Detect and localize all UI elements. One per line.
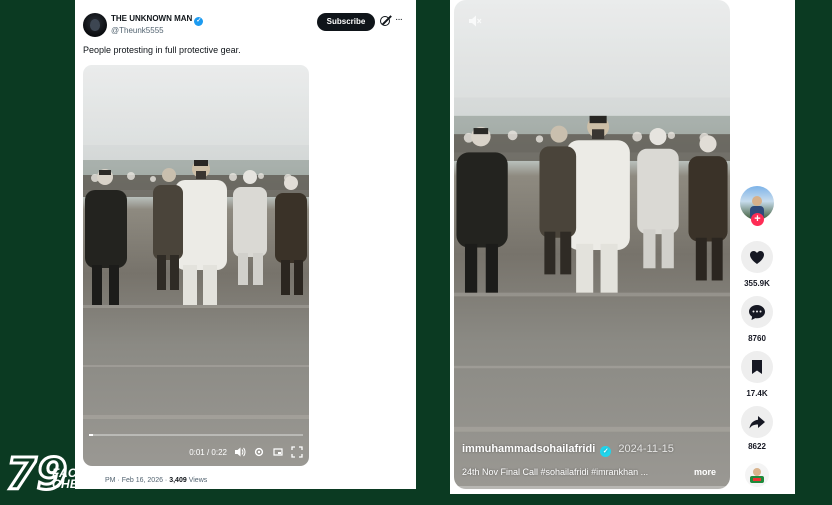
share-button[interactable] — [741, 406, 773, 438]
tiktok-caption[interactable]: 24th Nov Final Call #sohailafridi #imran… — [462, 467, 648, 477]
caption-more-link[interactable]: more — [694, 467, 716, 477]
comment-button[interactable] — [741, 296, 773, 328]
video-frame — [83, 65, 309, 466]
grok-icon[interactable] — [380, 16, 390, 26]
author-handle[interactable]: @Theunk5555 — [111, 26, 164, 35]
save-button[interactable] — [741, 351, 773, 383]
follow-button[interactable]: + — [751, 213, 764, 226]
like-button[interactable] — [741, 241, 773, 273]
video-time: 0:01 / 0:22 — [189, 447, 227, 457]
video-controls: 0:01 / 0:22 — [83, 438, 309, 466]
heart-icon — [750, 251, 764, 264]
pip-icon[interactable] — [272, 446, 284, 458]
tweet-meta: PM · Feb 16, 2026 · 3,409 Views — [105, 477, 207, 484]
likes-count: 355.9K — [744, 279, 770, 288]
tiktok-author-row: immuhammadsohailafridi ✓ 2024-11-15 — [462, 443, 674, 457]
views-count: 3,409 — [169, 477, 187, 484]
subscribe-button[interactable]: Subscribe — [317, 13, 375, 31]
views-label: Views — [188, 477, 208, 484]
verified-badge-icon: ✓ — [600, 446, 612, 457]
bookmark-icon — [752, 360, 762, 374]
author-avatar[interactable] — [83, 13, 107, 37]
tweet-text: People protesting in full protective gea… — [83, 45, 241, 55]
tiktok-author[interactable]: immuhammadsohailafridi — [462, 443, 595, 455]
author-name[interactable]: THE UNKNOWN MAN — [111, 14, 192, 23]
fullscreen-icon[interactable] — [291, 446, 303, 458]
tiktok-video-frame — [454, 0, 730, 489]
saves-count: 17.4K — [746, 389, 768, 398]
share-icon — [749, 416, 765, 429]
video-progress-bar[interactable] — [89, 434, 303, 436]
tiktok-video[interactable]: immuhammadsohailafridi ✓ 2024-11-15 24th… — [454, 0, 730, 489]
more-icon[interactable]: ··· — [395, 14, 403, 25]
tiktok-date: 2024-11-15 — [618, 443, 674, 455]
music-disc-icon[interactable] — [744, 462, 770, 488]
shares-count: 8622 — [748, 442, 766, 451]
tiktok-progress-bar[interactable] — [454, 486, 730, 489]
verified-badge-icon: ✓ — [194, 17, 204, 26]
comment-icon — [749, 305, 765, 320]
author-name-row[interactable]: THE UNKNOWN MAN ✓ — [111, 14, 204, 26]
mute-icon[interactable] — [468, 14, 482, 28]
settings-icon[interactable] — [253, 446, 265, 458]
logo-check: CHECK — [52, 477, 97, 491]
tiktok-panel: immuhammadsohailafridi ✓ 2024-11-15 24th… — [450, 0, 795, 494]
volume-icon[interactable] — [234, 446, 246, 458]
video-progress-fill — [89, 434, 94, 436]
comments-count: 8760 — [748, 334, 766, 343]
tweet-timestamp[interactable]: PM · Feb 16, 2026 · — [105, 477, 167, 484]
tweet-video[interactable]: 0:01 / 0:22 — [83, 65, 309, 466]
logo-wordmark: FACT CHECK — [52, 467, 97, 491]
tweet-card: THE UNKNOWN MAN ✓ @Theunk5555 Subscribe ·… — [75, 0, 416, 489]
